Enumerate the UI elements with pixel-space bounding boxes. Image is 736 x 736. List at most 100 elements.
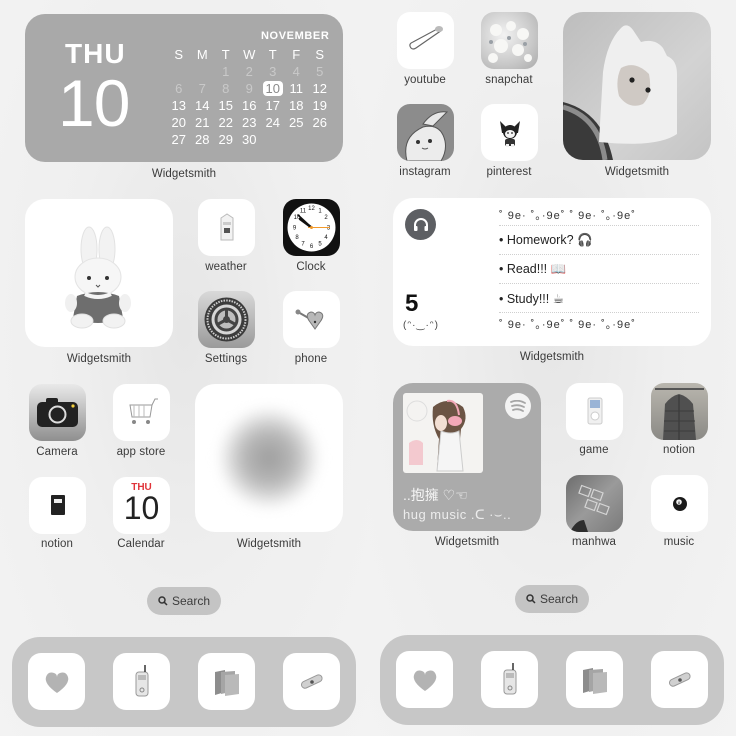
search-label: Search (171, 594, 211, 608)
calendar-day: 25 (289, 115, 304, 130)
search-label: Search (539, 592, 579, 606)
app-pinterest[interactable] (481, 104, 538, 161)
app-app-store[interactable] (113, 384, 170, 441)
album-art-illustration (406, 399, 466, 472)
weekday-header: M (196, 47, 208, 62)
shopping-cart-icon (128, 398, 158, 424)
calendar-day: 4 (292, 64, 300, 79)
blur-widget[interactable] (195, 384, 343, 532)
todo-widget-label: Widgetsmith (519, 351, 585, 363)
svg-text:11: 11 (300, 209, 307, 215)
weekday-header: T (221, 47, 230, 62)
bunny-photo-widget[interactable] (25, 199, 173, 347)
calendar-day: 3 (269, 64, 277, 79)
clock-icon: 12 12 345 678 91011 (287, 203, 336, 252)
dock-app-folder[interactable] (566, 651, 623, 708)
app-notion[interactable] (29, 477, 86, 534)
month-grid: S M T W T F S 1 2 3 4 5 6 7 8 9 10 11 12 13 14 15 16 17 18 19 20 21… (167, 46, 332, 148)
calendar-empty-cell (285, 131, 309, 148)
widget-month: NOVEMBER (261, 30, 330, 42)
track-title: ..抱擁 ♡☜ (403, 487, 468, 503)
music-widget[interactable]: ..抱擁 ♡☜ hug music .ᑕ ·⌣.. (393, 383, 541, 531)
calendar-day: 28 (195, 132, 210, 147)
app-calendar[interactable]: THU 10 (113, 477, 170, 534)
heart-lock-icon (295, 309, 323, 330)
decoration-bottom: ˚ 9e· ˚｡·9e˚ ˚ 9e· ˚｡·9e˚ (499, 319, 636, 331)
dock-app-heart[interactable] (28, 653, 85, 710)
spotify-badge (505, 393, 531, 419)
notebook-icon (50, 494, 65, 515)
bunny-plush-image (65, 226, 131, 329)
search-button[interactable]: Search (147, 587, 221, 615)
calendar-day: 21 (195, 115, 210, 130)
ghost-photo-widget[interactable] (563, 12, 711, 160)
todo-list-widget[interactable]: 5 (ᵔ·‿·ᵔ) ˚ 9e· ˚｡·9e˚ ˚ 9e· ˚｡·9e˚ • Ho… (393, 198, 711, 346)
app-weather[interactable] (198, 199, 255, 256)
eight-ball-icon: 8 (672, 496, 687, 511)
dock-app-bandage[interactable] (651, 651, 708, 708)
app-clock[interactable]: 12 1 2 345 678 9 10 11 (283, 199, 340, 256)
folder-icon (214, 669, 239, 696)
app-notion-right-label: notion (663, 444, 695, 456)
app-notion-right[interactable] (651, 383, 708, 440)
app-camera[interactable] (29, 384, 86, 441)
blur-widget-label: Widgetsmith (236, 538, 302, 550)
calendar-day: 2 (245, 64, 253, 79)
calendar-day: 11 (289, 81, 304, 96)
app-manhwa[interactable] (566, 475, 623, 532)
app-phone[interactable] (283, 291, 340, 348)
weekday-header: F (292, 47, 301, 62)
todo-item[interactable]: • Study!!! ☕ (499, 284, 699, 313)
app-calendar-label: Calendar (117, 538, 165, 550)
blurred-image (219, 406, 319, 510)
home-screen-left: THU 10 NOVEMBER S M T W T F S 1 2 3 4 5 6 7 8 9 10 11 12 13… (0, 0, 368, 736)
app-settings[interactable] (198, 291, 255, 348)
dock-app-bandage[interactable] (283, 653, 340, 710)
todo-count: 5 (405, 290, 419, 317)
calendar-day: 22 (218, 115, 233, 130)
calendar-day: 27 (171, 132, 186, 147)
app-youtube[interactable] (397, 12, 454, 69)
app-music[interactable]: 8 (651, 475, 708, 532)
calendar-widget[interactable]: THU 10 NOVEMBER S M T W T F S 1 2 3 4 5 6 7 8 9 10 11 12 13… (25, 14, 343, 162)
calendar-day: 19 (312, 98, 327, 113)
app-music-label: music (663, 536, 695, 548)
app-game[interactable] (566, 383, 623, 440)
todo-item[interactable]: • Homework? 🎧 (499, 226, 699, 255)
todo-rows: ˚ 9e· ˚｡·9e˚ ˚ 9e· ˚｡·9e˚ • Homework? 🎧 … (499, 204, 699, 335)
decoration-top: ˚ 9e· ˚｡·9e˚ ˚ 9e· ˚｡·9e˚ (499, 204, 699, 226)
calendar-day: 29 (218, 132, 233, 147)
hooded-figure-image (563, 25, 677, 160)
svg-text:12: 12 (308, 206, 315, 212)
jacket-icon (655, 388, 704, 440)
dock-app-phone[interactable] (113, 653, 170, 710)
calendar-empty-cell (191, 63, 215, 80)
calendar-day: 24 (265, 115, 280, 130)
weekday-header: W (243, 47, 256, 62)
calendar-empty-cell (167, 63, 191, 80)
calendar-day: 17 (265, 98, 280, 113)
calendar-day: 6 (175, 81, 183, 96)
widget-day-number: 10 (58, 66, 130, 140)
bunny-icon (405, 111, 449, 161)
flip-phone-icon (503, 662, 516, 694)
calendar-day: 7 (198, 81, 206, 96)
app-instagram[interactable] (397, 104, 454, 161)
dock-app-folder[interactable] (198, 653, 255, 710)
search-button-right[interactable]: Search (515, 585, 589, 613)
calendar-day: 15 (218, 98, 233, 113)
kuromi-icon (499, 120, 520, 147)
calendar-day: 8 (222, 81, 230, 96)
bandage-icon (668, 671, 691, 687)
app-snapchat[interactable] (481, 12, 538, 69)
calendar-widget-label: Widgetsmith (151, 168, 217, 180)
calendar-day: 12 (312, 81, 327, 96)
spotify-icon (510, 400, 526, 412)
app-clock-label: Clock (296, 261, 326, 273)
dock-app-heart[interactable] (396, 651, 453, 708)
search-icon (526, 594, 536, 604)
dock-app-phone[interactable] (481, 651, 538, 708)
calendar-empty-cell (261, 131, 285, 148)
calendar-day: 20 (171, 115, 186, 130)
todo-item[interactable]: • Read!!! 📖 (499, 255, 699, 284)
